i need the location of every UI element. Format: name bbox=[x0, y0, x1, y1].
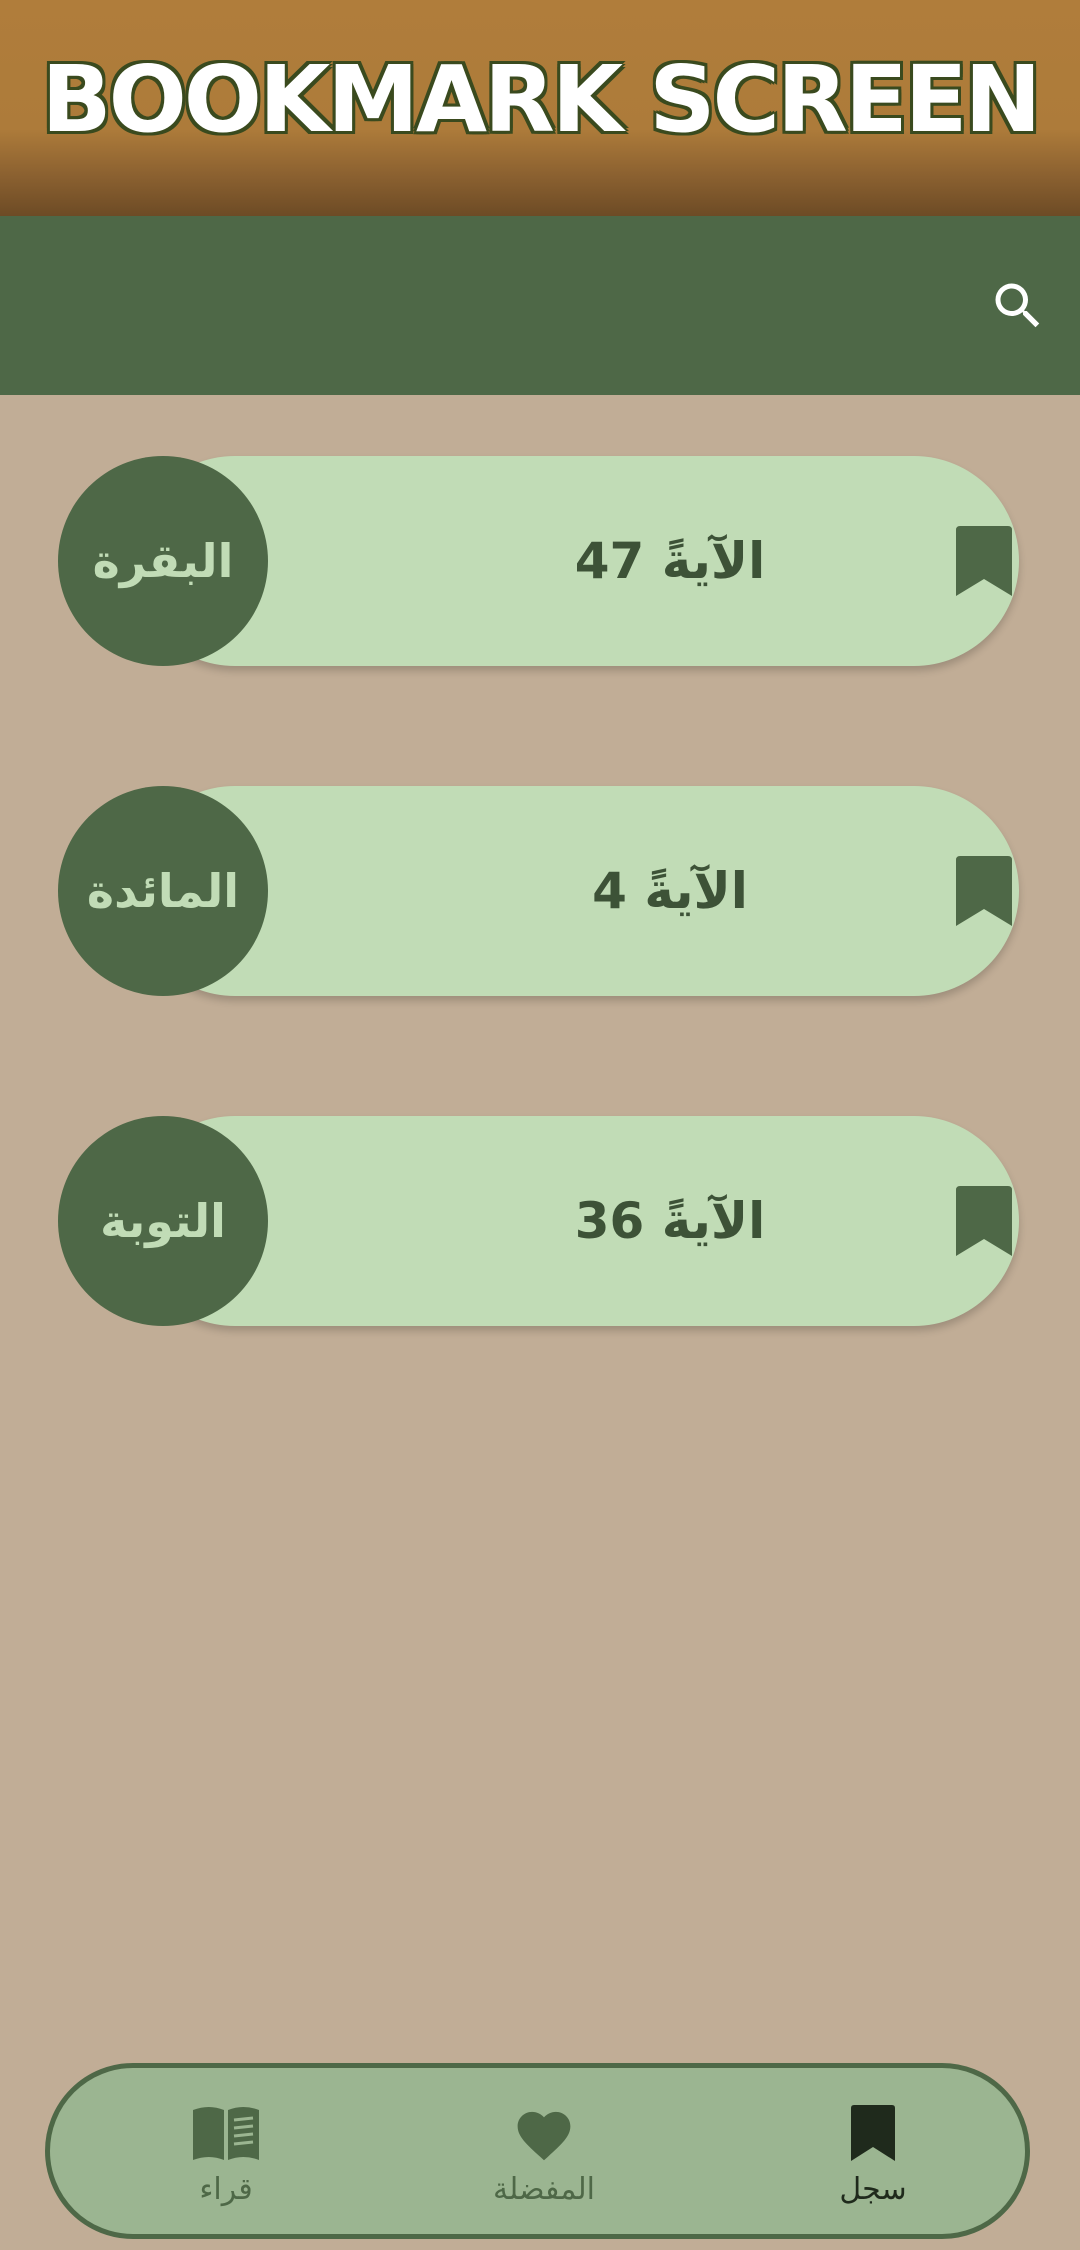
ayah-label: الآيةً 4 bbox=[592, 862, 748, 920]
nav-item-favorites[interactable]: المفضلة bbox=[444, 2068, 644, 2234]
nav-label: المفضلة bbox=[492, 2172, 596, 2207]
bookmark-icon[interactable] bbox=[956, 1186, 1012, 1256]
nav-label: قراء bbox=[199, 2172, 253, 2207]
ayah-label: الآيةً 47 bbox=[574, 532, 766, 590]
nav-item-history[interactable]: سجل bbox=[773, 2068, 973, 2234]
book-open-icon bbox=[191, 2102, 261, 2164]
bookmark-icon bbox=[851, 2102, 895, 2164]
title-banner: BOOKMARK SCREEN bbox=[0, 0, 1080, 216]
surah-name: التوبة bbox=[100, 1194, 226, 1248]
search-button[interactable] bbox=[984, 272, 1052, 340]
bookmark-icon[interactable] bbox=[956, 526, 1012, 596]
surah-badge: التوبة bbox=[58, 1116, 268, 1326]
nav-item-read[interactable]: قراء bbox=[126, 2068, 326, 2234]
banner-title: BOOKMARK SCREEN bbox=[41, 46, 1041, 153]
nav-label: سجل bbox=[839, 2172, 907, 2207]
bookmark-icon[interactable] bbox=[956, 856, 1012, 926]
bookmark-card[interactable]: الآيةً 4 المائدة bbox=[58, 786, 1019, 996]
ayah-label: الآيةً 36 bbox=[574, 1192, 766, 1250]
heart-icon bbox=[512, 2102, 576, 2164]
surah-badge: البقرة bbox=[58, 456, 268, 666]
surah-name: البقرة bbox=[92, 534, 234, 588]
bottom-navigation: قراء المفضلة سجل bbox=[45, 2063, 1030, 2239]
app-bar bbox=[0, 216, 1080, 395]
bookmark-card[interactable]: الآيةً 36 التوبة bbox=[58, 1116, 1019, 1326]
surah-badge: المائدة bbox=[58, 786, 268, 996]
surah-name: المائدة bbox=[86, 864, 240, 918]
search-icon bbox=[995, 283, 1040, 328]
bookmark-card[interactable]: الآيةً 47 البقرة bbox=[58, 456, 1019, 666]
